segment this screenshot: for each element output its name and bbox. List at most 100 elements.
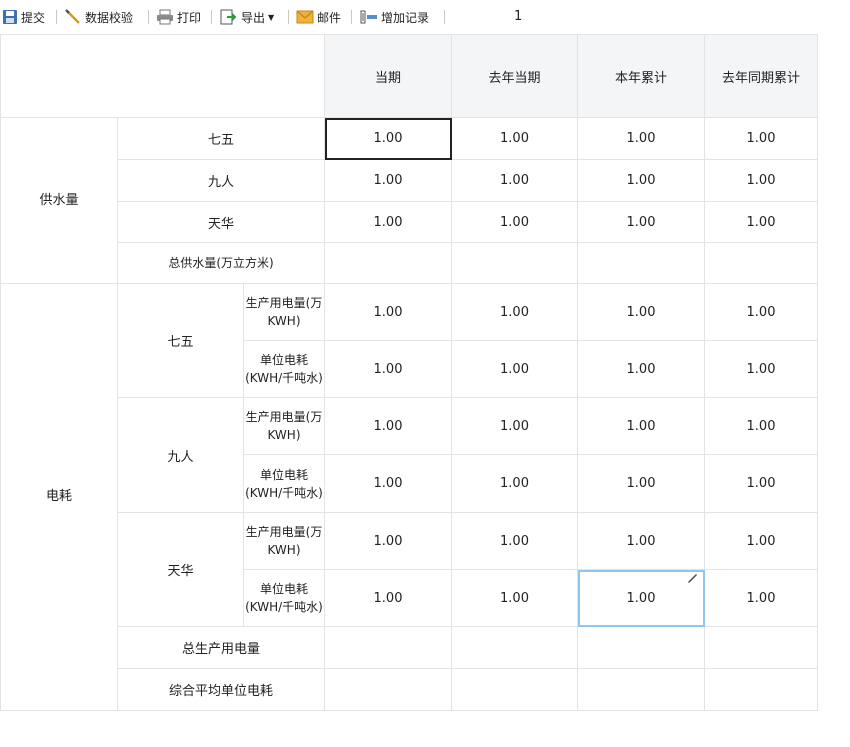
- table-row: 总供水量(万立方米): [1, 242, 818, 284]
- data-cell[interactable]: 1.00: [704, 454, 818, 513]
- page-number: 1: [514, 9, 523, 24]
- data-cell[interactable]: 1.00: [324, 569, 452, 627]
- data-cell[interactable]: 1.00: [324, 454, 452, 513]
- row-label: 九人: [117, 159, 325, 202]
- data-cell[interactable]: 1.00: [577, 512, 705, 570]
- table-row: 天华 生产用电量(万KWH) 1.00 1.00 1.00 1.00: [1, 512, 818, 627]
- data-cell[interactable]: [451, 626, 578, 669]
- data-cell[interactable]: 1.00: [577, 283, 705, 341]
- mail-icon: [296, 10, 314, 24]
- data-cell[interactable]: 1.00: [704, 512, 818, 570]
- data-cell[interactable]: [577, 626, 705, 669]
- data-cell[interactable]: 1.00: [704, 283, 818, 341]
- data-cell[interactable]: 1.00: [451, 159, 578, 202]
- add-record-icon: [360, 10, 377, 24]
- water-supply-label: 供水量: [0, 117, 118, 284]
- data-cell[interactable]: 1.00: [451, 454, 578, 513]
- data-cell[interactable]: [324, 626, 452, 669]
- row-label: 综合平均单位电耗: [117, 668, 325, 711]
- data-cell[interactable]: 1.00: [704, 340, 818, 398]
- data-cell[interactable]: 1.00: [704, 397, 818, 455]
- separator: [148, 10, 149, 24]
- magic-wand-icon: [65, 9, 80, 24]
- column-header: 本年累计: [577, 34, 705, 118]
- add-record-button[interactable]: 增加记录: [360, 7, 429, 27]
- power-consumption-label: 电耗: [0, 283, 118, 711]
- column-header: 去年同期累计: [704, 34, 818, 118]
- cell-value: 1.00: [626, 590, 656, 606]
- data-cell[interactable]: 1.00: [451, 340, 578, 398]
- metric-label: 单位电耗(KWH/千吨水): [243, 340, 325, 398]
- group-label: 天华: [117, 512, 244, 627]
- export-icon: [220, 9, 237, 25]
- data-cell[interactable]: 1.00: [704, 569, 818, 627]
- data-cell[interactable]: 1.00: [577, 454, 705, 513]
- data-cell[interactable]: 1.00: [704, 117, 818, 160]
- data-cell[interactable]: [577, 242, 705, 284]
- metric-label: 单位电耗(KWH/千吨水): [243, 454, 325, 513]
- submit-button[interactable]: 提交: [2, 7, 45, 27]
- data-cell[interactable]: 1.00: [577, 117, 705, 160]
- separator: [56, 10, 57, 24]
- data-cell[interactable]: [324, 668, 452, 711]
- mail-label: 邮件: [317, 10, 342, 25]
- data-cell[interactable]: 1.00: [324, 512, 452, 570]
- data-cell[interactable]: 1.00: [324, 397, 452, 455]
- data-cell[interactable]: 1.00: [704, 159, 818, 202]
- export-label: 导出: [241, 10, 266, 25]
- data-cell[interactable]: 1.00: [451, 201, 578, 243]
- data-cell[interactable]: 1.00: [704, 201, 818, 243]
- data-cell[interactable]: 1.00: [577, 397, 705, 455]
- separator: [444, 10, 445, 24]
- data-cell[interactable]: 1.00: [451, 512, 578, 570]
- data-cell[interactable]: 1.00: [324, 340, 452, 398]
- data-cell[interactable]: 1.00: [451, 397, 578, 455]
- table-row: 天华 1.00 1.00 1.00 1.00: [1, 201, 818, 243]
- data-cell[interactable]: [324, 242, 452, 284]
- data-cell[interactable]: 1.00: [324, 283, 452, 341]
- export-button[interactable]: 导出 ▼: [220, 7, 274, 27]
- column-header: 去年当期: [451, 34, 578, 118]
- metric-label: 单位电耗(KWH/千吨水): [243, 569, 325, 627]
- metric-label: 生产用电量(万KWH): [243, 283, 325, 341]
- validate-label: 数据校验: [85, 10, 134, 25]
- save-icon: [3, 10, 17, 24]
- data-cell[interactable]: [577, 668, 705, 711]
- table-row: 电耗 七五 生产用电量(万KWH) 1.00 1.00 1.00 1.00: [0, 283, 818, 711]
- data-cell[interactable]: 1.00: [324, 201, 452, 243]
- active-data-cell[interactable]: 1.00: [577, 569, 705, 627]
- data-cell[interactable]: 1.00: [324, 159, 452, 202]
- table-row: 总生产用电量: [1, 626, 818, 669]
- toolbar: 提交 数据校验 打印 导出 ▼ 邮件 增加记录 1: [0, 0, 850, 34]
- pencil-icon: [688, 574, 697, 583]
- print-button[interactable]: 打印: [156, 7, 201, 27]
- add-record-label: 增加记录: [381, 10, 430, 25]
- data-cell[interactable]: 1.00: [451, 117, 578, 160]
- separator: [211, 10, 212, 24]
- data-cell[interactable]: [704, 668, 818, 711]
- data-cell[interactable]: 1.00: [324, 117, 452, 160]
- data-cell[interactable]: 1.00: [577, 159, 705, 202]
- data-cell[interactable]: 1.00: [451, 283, 578, 341]
- printer-icon: [157, 9, 173, 25]
- table-row: 九人 生产用电量(万KWH) 1.00 1.00 1.00 1.00: [1, 397, 818, 513]
- table-row: 综合平均单位电耗: [1, 668, 818, 711]
- validate-button[interactable]: 数据校验: [64, 7, 133, 27]
- row-label: 七五: [117, 117, 325, 160]
- chevron-down-icon[interactable]: ▼: [268, 13, 274, 22]
- data-cell[interactable]: [704, 242, 818, 284]
- data-cell[interactable]: 1.00: [451, 569, 578, 627]
- column-header: 当期: [324, 34, 452, 118]
- data-cell[interactable]: 1.00: [577, 201, 705, 243]
- group-label: 七五: [117, 283, 244, 398]
- data-cell[interactable]: [451, 242, 578, 284]
- data-cell[interactable]: 1.00: [577, 340, 705, 398]
- data-cell[interactable]: [451, 668, 578, 711]
- header-corner: [0, 34, 325, 118]
- submit-label: 提交: [21, 10, 46, 25]
- mail-button[interactable]: 邮件: [296, 7, 341, 27]
- metric-label: 生产用电量(万KWH): [243, 512, 325, 570]
- data-cell[interactable]: [704, 626, 818, 669]
- table-row: 九人 1.00 1.00 1.00 1.00: [1, 159, 818, 202]
- row-label: 总生产用电量: [117, 626, 325, 669]
